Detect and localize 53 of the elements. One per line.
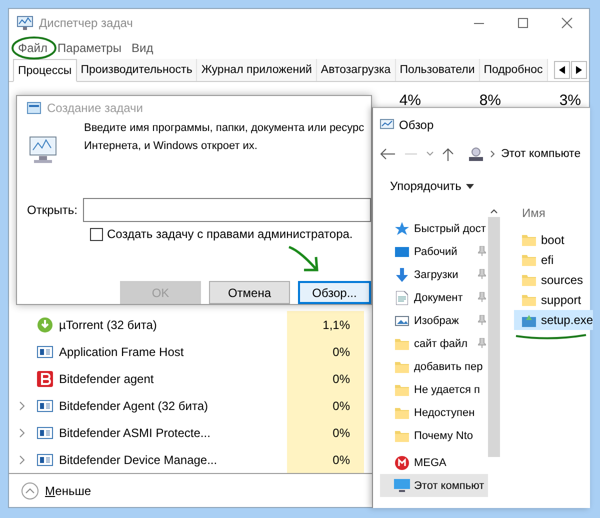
tab[interactable]: Журнал приложений xyxy=(197,59,317,81)
dialog-button[interactable]: Обзор... xyxy=(298,281,371,304)
organize-menu[interactable]: Упорядочить xyxy=(390,179,462,193)
tab[interactable]: Производительность xyxy=(76,59,198,81)
nav-item[interactable]: Документ xyxy=(380,286,488,309)
process-name: Bitdefender ASMI Protecte... xyxy=(59,426,212,440)
window-title: Обзор xyxy=(399,118,434,132)
nav-item[interactable]: Рабочий xyxy=(380,240,488,263)
cpu-usage: 0% xyxy=(287,392,364,419)
file-item[interactable]: efi xyxy=(514,250,594,270)
nav-item[interactable]: Не удается п xyxy=(380,378,488,401)
prompt-text: Введите имя программы, папки, документа или ресурс xyxy=(84,121,364,136)
tab[interactable]: Пользователи xyxy=(396,59,480,81)
nav-item[interactable]: Почему Nto xyxy=(380,424,488,447)
cpu-usage: 0% xyxy=(287,419,364,446)
dialog-title: Создание задачи xyxy=(47,100,143,114)
nav-item[interactable]: Изображ xyxy=(380,309,488,332)
menu-item[interactable]: Вид xyxy=(126,41,158,55)
file-item[interactable]: support xyxy=(514,290,594,310)
file-item[interactable]: setup.exe xyxy=(514,310,594,330)
file-item[interactable]: boot xyxy=(514,230,594,250)
process-name: µTorrent (32 бита) xyxy=(59,318,158,332)
usage-percent: 3% xyxy=(558,92,581,108)
cpu-usage: 1,1% xyxy=(287,311,364,338)
nav-item[interactable]: добавить пер xyxy=(380,355,488,378)
cpu-usage: 0% xyxy=(287,365,364,392)
tab[interactable]: Подробнос xyxy=(480,59,548,81)
nav-item[interactable]: Быстрый дост xyxy=(380,217,488,240)
dialog-button[interactable]: Отмена xyxy=(209,281,290,304)
nav-item[interactable]: Этот компьют xyxy=(380,474,488,497)
nav-item[interactable]: сайт файл xyxy=(380,332,488,355)
process-name: Bitdefender Device Manage... xyxy=(59,452,218,466)
address-path[interactable]: Этот компьюте xyxy=(501,148,581,160)
tab[interactable]: Автозагрузка xyxy=(316,59,396,81)
cpu-usage: 0% xyxy=(287,338,364,365)
prompt-text: Интернета, и Windows откроет их. xyxy=(84,139,258,154)
process-name: Application Frame Host xyxy=(59,344,185,358)
column-header[interactable]: Имя xyxy=(514,205,594,221)
process-name: Bitdefender agent xyxy=(59,372,155,386)
menu-item[interactable]: Параметры xyxy=(52,41,126,55)
nav-item[interactable]: Загрузки xyxy=(380,263,488,286)
tab[interactable]: Процессы xyxy=(13,59,77,82)
fewer-details-link[interactable]: Меньше xyxy=(45,484,91,498)
open-label: Открыть: xyxy=(26,203,78,217)
file-item[interactable]: sources xyxy=(514,270,594,290)
process-name: Bitdefender Agent (32 бита) xyxy=(59,398,210,412)
window-title: Диспетчер задач xyxy=(39,16,133,30)
cpu-usage: 0% xyxy=(287,446,364,473)
usage-percent: 8% xyxy=(478,92,501,108)
checkbox-label: Создать задачу с правами администратора. xyxy=(107,227,353,241)
nav-item[interactable]: Недоступен xyxy=(380,401,488,424)
nav-item[interactable]: MEGA xyxy=(380,451,488,474)
usage-percent: 4% xyxy=(398,92,421,108)
